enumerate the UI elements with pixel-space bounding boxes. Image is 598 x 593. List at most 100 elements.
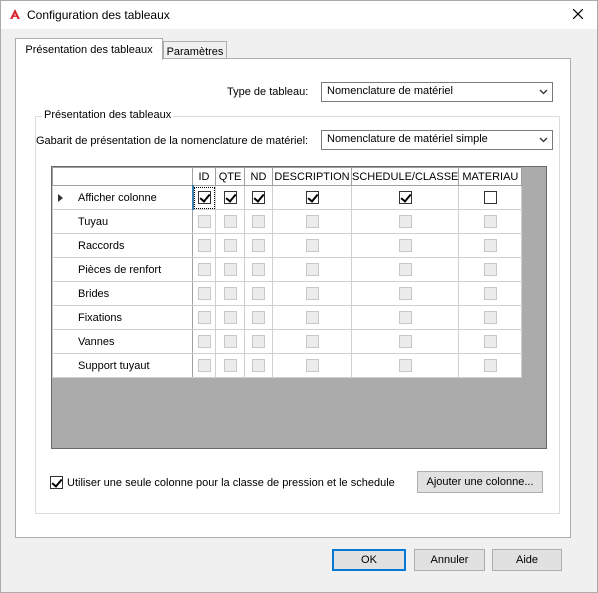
grid-cell[interactable] [191,185,216,210]
column-visibility-checkbox [483,287,497,300]
column-visibility-checkbox [398,359,412,372]
table-row: Fixations [52,305,523,330]
column-visibility-checkbox [483,335,497,348]
column-visibility-checkbox [223,287,237,300]
grid-cell [350,353,460,378]
columns-grid: ID QTE ND DESCRIPTION SCHEDULE/CLASSE MATERIA… [51,166,547,449]
row-header[interactable]: Tuyau [52,209,193,234]
column-visibility-checkbox[interactable] [398,191,412,204]
grid-cell[interactable] [458,185,523,210]
column-visibility-checkbox [483,215,497,228]
grid-cell [215,353,245,378]
grid-cell [272,233,352,258]
column-visibility-checkbox [252,215,265,228]
help-button[interactable]: Aide [492,549,562,571]
column-visibility-checkbox[interactable] [197,191,211,204]
grid-cell [192,329,216,354]
table-row: Vannes [52,329,523,354]
grid-cell [350,329,460,354]
grid-cell[interactable] [244,185,273,210]
grid-cell [192,209,216,234]
column-visibility-checkbox[interactable] [223,191,237,204]
window-title: Configuration des tableaux [27,8,170,22]
chevron-down-icon [539,137,548,143]
column-visibility-checkbox [197,335,211,348]
grid-cell [458,329,523,354]
ok-button[interactable]: OK [332,549,406,571]
column-visibility-checkbox [197,239,211,252]
column-header-nd: ND [244,167,273,186]
column-visibility-checkbox [252,311,265,324]
column-visibility-checkbox[interactable] [483,191,497,204]
column-visibility-checkbox [398,239,412,252]
row-header[interactable]: Raccords [52,233,193,258]
table-row: Pièces de renfort [52,257,523,282]
title-bar: Configuration des tableaux [1,1,597,29]
column-visibility-checkbox [223,335,237,348]
column-visibility-checkbox [223,215,237,228]
grid-cell [272,305,352,330]
grid-cell [458,257,523,282]
table-type-select[interactable]: Nomenclature de matériel [321,82,553,102]
grid-cell [215,329,245,354]
row-header[interactable]: Fixations [52,305,193,330]
column-visibility-checkbox [252,335,265,348]
grid-cell [244,209,273,234]
row-header[interactable]: Pièces de renfort [52,257,193,282]
grid-cell [272,209,352,234]
column-visibility-checkbox [398,263,412,276]
column-visibility-checkbox [483,263,497,276]
grid-cell [272,353,352,378]
row-header[interactable]: Brides [52,281,193,306]
tab-panel-presentation: Type de tableau: Nomenclature de matérie… [15,58,571,538]
grid-cell [215,209,245,234]
column-visibility-checkbox [305,335,319,348]
column-visibility-checkbox[interactable] [252,191,265,204]
single-column-checkbox[interactable] [50,476,63,489]
grid-cell [458,353,523,378]
column-visibility-checkbox [483,359,497,372]
table-row: Raccords [52,233,523,258]
grid-cell [458,209,523,234]
grid-cell [350,257,460,282]
row-header[interactable]: Vannes [52,329,193,354]
template-label: Gabarit de présentation de la nomenclatu… [36,135,309,147]
grid-cell [192,305,216,330]
column-visibility-checkbox [197,215,211,228]
single-column-option[interactable]: Utiliser une seule colonne pour la class… [50,476,395,489]
column-header-id: ID [192,167,216,186]
row-header[interactable]: Afficher colonne [52,185,193,210]
column-visibility-checkbox [197,359,211,372]
cancel-button[interactable]: Annuler [414,549,485,571]
column-visibility-checkbox [305,359,319,372]
grid-cell [192,257,216,282]
row-header[interactable]: Support tuyaut [52,353,193,378]
column-visibility-checkbox[interactable] [305,191,319,204]
configuration-dialog: Configuration des tableaux Présentation … [0,0,598,593]
add-column-button[interactable]: Ajouter une colonne... [417,471,543,493]
tab-presentation[interactable]: Présentation des tableaux [15,38,163,60]
table-row: Tuyau [52,209,523,234]
column-header-description: DESCRIPTION [272,167,352,186]
table-type-label: Type de tableau: [227,86,309,98]
column-header-qte: QTE [215,167,245,186]
column-visibility-checkbox [223,263,237,276]
column-visibility-checkbox [305,263,319,276]
table-row: Support tuyaut [52,353,523,378]
grid-cell[interactable] [272,185,352,210]
single-column-label: Utiliser une seule colonne pour la class… [67,476,395,489]
grid-cell[interactable] [215,185,245,210]
column-visibility-checkbox [398,335,412,348]
close-icon [573,9,583,19]
grid-cell [192,281,216,306]
grid-cell [458,233,523,258]
column-visibility-checkbox [483,239,497,252]
autocad-a-icon [10,9,20,19]
grid-cell[interactable] [350,185,460,210]
columns-table: ID QTE ND DESCRIPTION SCHEDULE/CLASSE MATERIA… [52,167,523,378]
template-select[interactable]: Nomenclature de matériel simple [321,130,553,150]
column-visibility-checkbox [305,311,319,324]
table-type-value: Nomenclature de matériel [327,85,453,97]
close-button[interactable] [559,1,597,27]
grid-cell [244,353,273,378]
